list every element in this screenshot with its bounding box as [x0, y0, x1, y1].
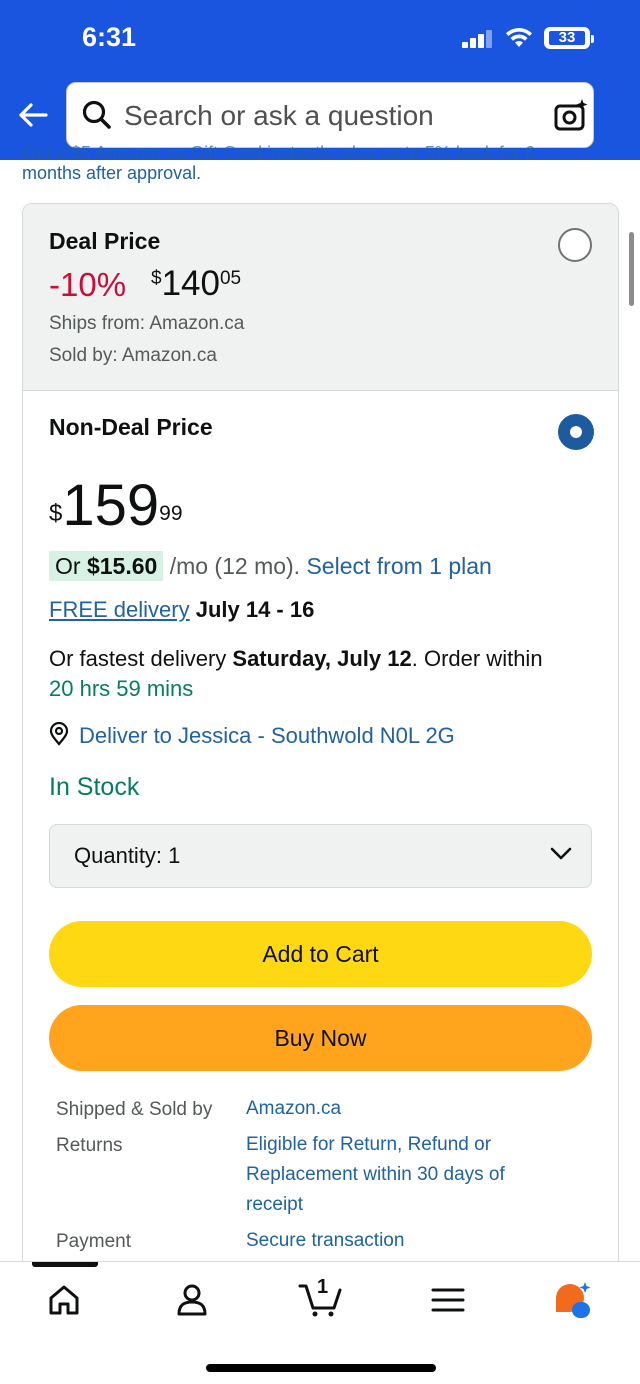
- price-whole: 159: [62, 473, 160, 538]
- top-header: 6:31 33 Search or ask a question: [0, 0, 640, 160]
- bottom-nav: 1: [0, 1261, 640, 1384]
- quantity-value: 1: [168, 843, 181, 868]
- card-offer-line2: months after approval.: [22, 163, 202, 183]
- buy-now-button[interactable]: Buy Now: [49, 1005, 592, 1071]
- deal-price-currency: $: [151, 268, 162, 289]
- deal-price-cents: 05: [219, 268, 242, 289]
- quantity-label-text: Quantity:: [74, 843, 163, 868]
- free-delivery-link[interactable]: FREE delivery: [49, 597, 190, 622]
- fastest-date: Saturday, July 12: [232, 646, 412, 671]
- signal-icon: [462, 30, 494, 48]
- delivery-row: FREE delivery July 14 - 16: [49, 597, 314, 623]
- monthly-payment-row: Or $15.60 /mo (12 mo). Select from 1 pla…: [49, 551, 492, 581]
- deal-ships-from: Ships from: Amazon.ca: [49, 313, 245, 334]
- monthly-prefix: Or: [55, 553, 87, 579]
- seller-link[interactable]: Amazon.ca: [246, 1094, 556, 1124]
- home-indicator[interactable]: [206, 1364, 436, 1372]
- cart-count: 1: [317, 1276, 329, 1298]
- card-offer-line1: Get a $5 Amazon.ca Gift Card instantly, …: [22, 143, 535, 160]
- info-key: Payment: [56, 1231, 131, 1252]
- deal-price: $14005: [151, 264, 241, 304]
- deal-price-whole: 140: [161, 264, 220, 303]
- deliver-to-text: Deliver to Jessica - Southwold N0L 2G: [79, 723, 455, 748]
- quantity-dropdown[interactable]: Quantity: 1: [49, 824, 592, 888]
- cart-button[interactable]: 1: [298, 1276, 344, 1318]
- non-deal-price-radio[interactable]: [558, 414, 594, 450]
- non-deal-price: $15999: [49, 474, 183, 538]
- home-icon[interactable]: [46, 1282, 82, 1318]
- chevron-down-icon: [550, 847, 572, 860]
- search-input[interactable]: Search or ask a question: [66, 82, 594, 148]
- stock-status: In Stock: [49, 773, 140, 801]
- scrollbar[interactable]: [629, 232, 634, 306]
- status-bar: 6:31 33: [0, 0, 640, 76]
- monthly-suffix: /mo (12 mo).: [163, 553, 307, 579]
- monthly-highlight: Or $15.60: [49, 551, 164, 581]
- buying-options: Deal Price -10% $14005 Ships from: Amazo…: [22, 203, 619, 1303]
- fastest-delivery: Or fastest delivery Saturday, July 12. O…: [49, 644, 569, 704]
- battery-level: 33: [549, 30, 585, 45]
- fastest-mid: . Order within: [411, 646, 543, 671]
- fastest-prefix: Or fastest delivery: [49, 646, 233, 671]
- quantity-label: Quantity: 1: [74, 843, 180, 869]
- deal-price-title: Deal Price: [49, 228, 161, 254]
- location-pin-icon: [49, 722, 69, 746]
- order-countdown: 20 hrs 59 mins: [49, 676, 194, 701]
- info-key: Returns: [56, 1135, 123, 1156]
- deal-price-radio[interactable]: [558, 228, 592, 262]
- clock-time: 6:31: [82, 22, 137, 52]
- info-key: Shipped & Sold by: [56, 1099, 213, 1120]
- price-cents: 99: [159, 502, 183, 525]
- menu-icon[interactable]: [430, 1282, 466, 1318]
- wifi-icon: [506, 27, 532, 47]
- deliver-to-link[interactable]: Deliver to Jessica - Southwold N0L 2G: [49, 722, 455, 749]
- deal-price-option[interactable]: Deal Price -10% $14005 Ships from: Amazo…: [23, 204, 618, 391]
- card-offer-text[interactable]: Get a $5 Amazon.ca Gift Card instantly, …: [22, 140, 618, 186]
- battery-icon: 33: [544, 27, 594, 49]
- deal-sold-by: Sold by: Amazon.ca: [49, 345, 217, 366]
- account-icon[interactable]: [174, 1282, 210, 1318]
- deal-discount: -10%: [49, 266, 127, 303]
- search-placeholder: Search or ask a question: [124, 100, 434, 131]
- non-deal-price-title: Non-Deal Price: [49, 414, 213, 440]
- returns-link[interactable]: Eligible for Return, Refund or Replaceme…: [246, 1130, 556, 1220]
- price-currency: $: [49, 500, 63, 527]
- camera-search-icon[interactable]: [553, 97, 589, 133]
- payment-link[interactable]: Secure transaction: [246, 1226, 556, 1256]
- search-icon: [82, 100, 111, 129]
- delivery-dates: July 14 - 16: [189, 597, 315, 622]
- monthly-amount: $15.60: [86, 553, 158, 579]
- rufus-assistant-icon[interactable]: [552, 1280, 594, 1320]
- active-tab-indicator: [32, 1262, 98, 1267]
- back-arrow-icon[interactable]: [16, 98, 50, 132]
- add-to-cart-button[interactable]: Add to Cart: [49, 921, 592, 987]
- select-plan-link[interactable]: Select from 1 plan: [306, 553, 491, 579]
